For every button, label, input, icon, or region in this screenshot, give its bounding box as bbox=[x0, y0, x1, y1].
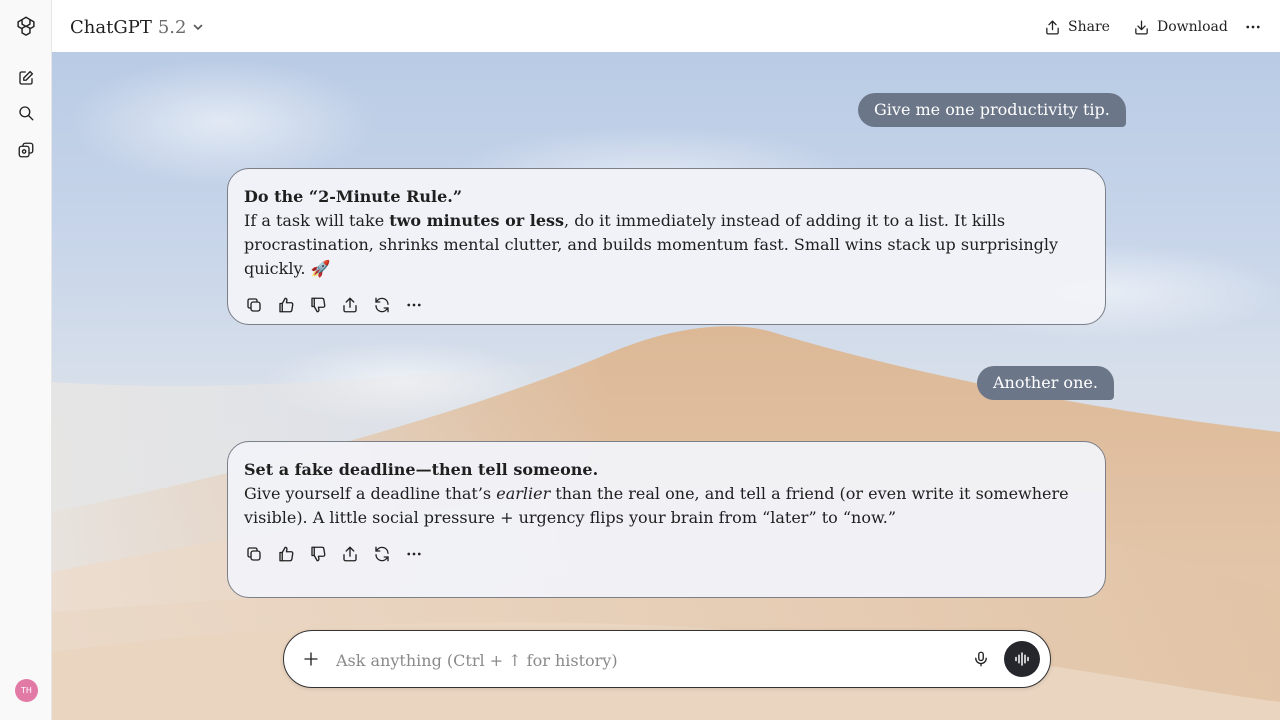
rocket-emoji: 🚀 bbox=[310, 259, 331, 278]
assistant-message: Do the “2-Minute Rule.” If a task will t… bbox=[227, 168, 1106, 325]
assistant-message: Set a fake deadline—then tell someone. G… bbox=[227, 441, 1106, 598]
chat-area[interactable]: Give me one productivity tip. Do the “2-… bbox=[52, 52, 1280, 720]
user-message: Another one. bbox=[977, 366, 1114, 400]
model-name: ChatGPT bbox=[70, 16, 152, 38]
user-message-text: Another one. bbox=[993, 373, 1098, 392]
voice-mode-button[interactable] bbox=[1004, 641, 1040, 677]
message-actions bbox=[244, 544, 1089, 568]
share-label: Share bbox=[1068, 19, 1110, 35]
thumbs-down-icon[interactable] bbox=[308, 295, 328, 315]
thumbs-up-icon[interactable] bbox=[276, 295, 296, 315]
model-version: 5.2 bbox=[157, 16, 187, 38]
avatar-initials: TH bbox=[21, 686, 32, 695]
message-composer bbox=[283, 630, 1051, 688]
share-message-icon[interactable] bbox=[340, 544, 360, 564]
openai-logo-icon[interactable] bbox=[13, 13, 39, 39]
prompt-input[interactable] bbox=[336, 647, 956, 673]
more-options-button[interactable] bbox=[1244, 15, 1262, 39]
copy-icon[interactable] bbox=[244, 295, 264, 315]
more-horizontal-icon[interactable] bbox=[404, 295, 424, 315]
user-message-text: Give me one productivity tip. bbox=[874, 100, 1110, 119]
download-label: Download bbox=[1157, 19, 1228, 35]
library-icon[interactable] bbox=[13, 137, 39, 163]
share-icon bbox=[1046, 19, 1059, 35]
top-bar: ChatGPT 5.2 Share Download bbox=[52, 0, 1280, 52]
model-selector[interactable]: ChatGPT 5.2 bbox=[70, 14, 204, 40]
plus-icon[interactable] bbox=[300, 648, 322, 670]
regenerate-icon[interactable] bbox=[372, 544, 392, 564]
chevron-down-icon bbox=[194, 24, 203, 31]
new-chat-icon[interactable] bbox=[13, 65, 39, 91]
message-actions bbox=[244, 295, 1089, 319]
waveform-icon bbox=[1015, 652, 1029, 666]
assistant-message-body: If a task will take two minutes or less,… bbox=[244, 211, 1059, 278]
share-message-icon[interactable] bbox=[340, 295, 360, 315]
search-icon[interactable] bbox=[13, 100, 39, 126]
user-message: Give me one productivity tip. bbox=[858, 93, 1126, 127]
microphone-icon[interactable] bbox=[970, 648, 992, 670]
more-horizontal-icon[interactable] bbox=[404, 544, 424, 564]
thumbs-down-icon[interactable] bbox=[308, 544, 328, 564]
assistant-message-title: Set a fake deadline—then tell someone. bbox=[244, 460, 599, 479]
copy-icon[interactable] bbox=[244, 544, 264, 564]
avatar[interactable]: TH bbox=[15, 679, 38, 702]
more-horizontal-icon bbox=[1246, 25, 1260, 29]
thumbs-up-icon[interactable] bbox=[276, 544, 296, 564]
download-icon bbox=[1135, 19, 1148, 35]
share-button[interactable]: Share bbox=[1044, 15, 1110, 39]
assistant-message-title: Do the “2-Minute Rule.” bbox=[244, 187, 463, 206]
assistant-message-body: Give yourself a deadline that’s earlier … bbox=[244, 484, 1069, 527]
regenerate-icon[interactable] bbox=[372, 295, 392, 315]
sidebar: TH bbox=[0, 0, 52, 720]
download-button[interactable]: Download bbox=[1133, 15, 1228, 39]
